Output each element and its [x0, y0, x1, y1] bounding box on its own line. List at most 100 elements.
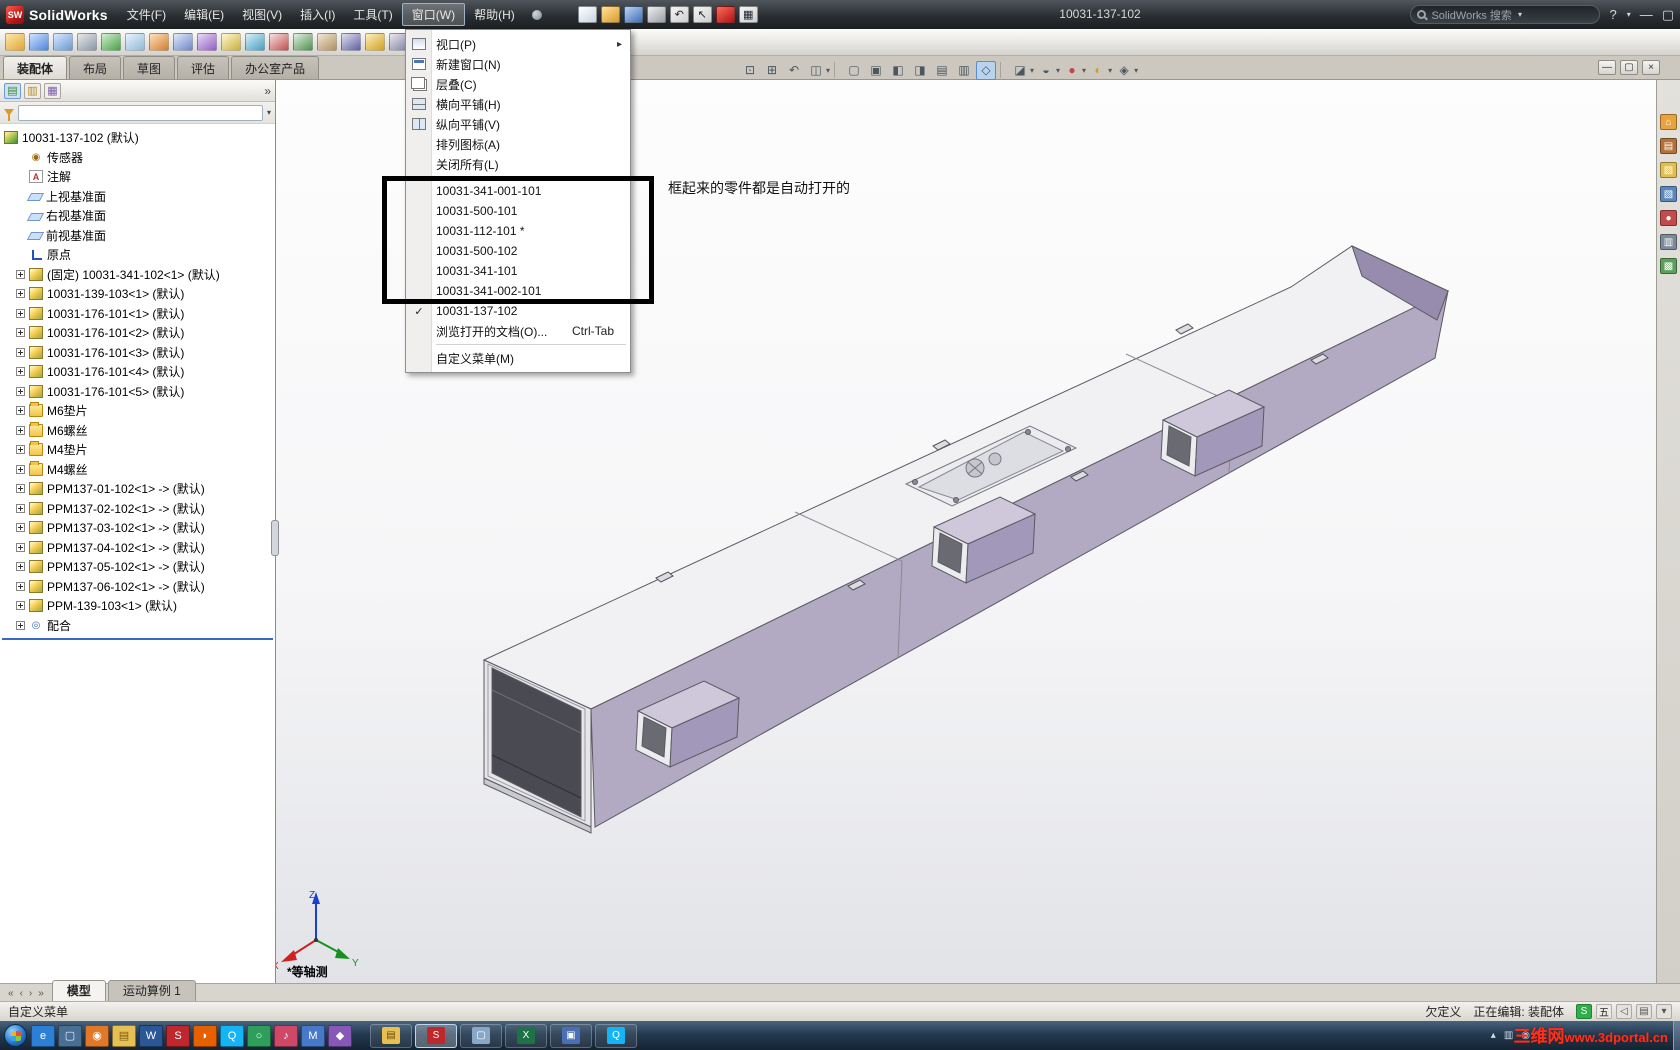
tray-icon[interactable]: ▥	[1504, 1030, 1513, 1041]
task-pane-icon[interactable]: ▨	[1660, 162, 1677, 178]
language-bar-icon[interactable]: 五	[1596, 1004, 1612, 1019]
language-bar-icon[interactable]: ▤	[1636, 1004, 1652, 1019]
expand-toggle-icon[interactable]	[16, 425, 25, 435]
task-pane-icon[interactable]: ●	[1660, 210, 1677, 226]
expand-toggle-icon[interactable]	[16, 484, 25, 494]
tab-nav-arrow-icon[interactable]: ‹	[20, 988, 23, 999]
toolbar-icon-group[interactable]	[77, 33, 99, 51]
expand-toggle-icon[interactable]	[16, 601, 25, 611]
tree-item[interactable]: 上视基准面	[0, 187, 275, 207]
tree-item[interactable]: (固定) 10031-341-102<1> (默认)	[0, 265, 275, 285]
toolbar-icon-group[interactable]	[245, 33, 267, 51]
taskbar-window-button[interactable]: ▤	[370, 1023, 412, 1048]
headsup-icon[interactable]: ◐	[1088, 61, 1108, 80]
taskbar-app-icon[interactable]: ◆	[328, 1024, 352, 1047]
quick-icon-group[interactable]	[715, 6, 736, 23]
window-menu-item[interactable]: 浏览打开的文档(O)... Ctrl-Tab	[406, 321, 630, 341]
language-bar-icon[interactable]: ◁	[1616, 1004, 1632, 1019]
headsup-item[interactable]: ◫ ▾	[806, 61, 830, 80]
headsup-item[interactable]: ▥ ▾	[954, 61, 974, 80]
tab-nav-arrow-icon[interactable]: «	[8, 988, 14, 999]
tree-item[interactable]: 10031-176-101<5> (默认)	[0, 382, 275, 402]
expand-toggle-icon[interactable]	[16, 503, 25, 513]
toolbar-icon-group[interactable]	[173, 33, 195, 51]
window-menu-item[interactable]: 横向平铺(H)	[406, 94, 630, 114]
document-tab[interactable]: 运动算例 1	[107, 980, 196, 1001]
document-tab[interactable]: 模型	[51, 980, 106, 1001]
expand-toggle-icon[interactable]	[16, 620, 25, 630]
toolbar-icon-group[interactable]	[341, 33, 363, 51]
taskbar-app-icon[interactable]: ▢	[58, 1024, 82, 1047]
headsup-icon[interactable]: ▣	[866, 61, 886, 80]
taskbar-app-icon[interactable]: ◉	[85, 1024, 109, 1047]
quick-toolbar-icon[interactable]: ▦	[738, 6, 758, 23]
toolbar-icon[interactable]	[365, 33, 385, 51]
quick-icon-group[interactable]: ↶	[669, 6, 690, 23]
expand-toggle-icon[interactable]	[16, 269, 25, 279]
quick-icon-group[interactable]	[577, 6, 598, 23]
toolbar-icon-group[interactable]	[5, 33, 27, 51]
headsup-icon[interactable]: ◈	[1114, 61, 1134, 80]
toolbar-icon-group[interactable]	[221, 33, 243, 51]
doc-minimize-button[interactable]: —	[1598, 60, 1616, 75]
tray-icon[interactable]: ▴	[1491, 1030, 1496, 1041]
start-button[interactable]	[4, 1024, 27, 1047]
headsup-item[interactable]: ▾	[1000, 62, 1006, 78]
expand-toggle-icon[interactable]	[16, 523, 25, 533]
taskbar-app-icon[interactable]: ○	[247, 1024, 271, 1047]
panel-tab[interactable]: ▤	[4, 82, 21, 99]
toolbar-icon[interactable]	[29, 33, 49, 51]
expand-toggle-icon[interactable]	[16, 445, 25, 455]
taskbar-app-icon[interactable]: ♪	[274, 1024, 298, 1047]
tree-split-bar[interactable]	[2, 638, 273, 640]
headsup-icon[interactable]: ◫	[806, 61, 826, 80]
headsup-icon[interactable]: ◒	[1036, 61, 1056, 80]
tree-item[interactable]: PPM137-04-102<1> -> (默认)	[0, 538, 275, 558]
tree-item[interactable]: M4螺丝	[0, 460, 275, 480]
doc-close-button[interactable]: ×	[1642, 60, 1660, 75]
headsup-item[interactable]: ● ▾	[1062, 61, 1086, 80]
toolbar-icon-group[interactable]	[53, 33, 75, 51]
task-pane-icon[interactable]: ▩	[1660, 258, 1677, 274]
dropdown-caret-icon[interactable]: ▾	[1082, 66, 1086, 75]
quick-toolbar-icon[interactable]	[577, 6, 597, 23]
tree-item[interactable]: 10031-176-101<2> (默认)	[0, 323, 275, 343]
menubar-item[interactable]: 插入(I)	[291, 0, 344, 29]
task-pane-icon[interactable]: ⌂	[1660, 114, 1677, 130]
headsup-icon[interactable]: ⊞	[762, 61, 782, 80]
window-menu-item[interactable]: 排列图标(A)	[406, 134, 630, 154]
headsup-icon[interactable]: ◧	[888, 61, 908, 80]
commandmanager-tab[interactable]: 草图	[123, 56, 176, 79]
expand-toggle-icon[interactable]	[16, 542, 25, 552]
window-menu-item[interactable]: 自定义菜单(M)	[406, 348, 630, 368]
language-bar-icon[interactable]: S	[1576, 1004, 1592, 1019]
expand-toggle-icon[interactable]	[16, 347, 25, 357]
window-menu-item[interactable]: 层叠(C)	[406, 74, 630, 94]
taskbar-window-button[interactable]: S	[415, 1023, 457, 1048]
show-desktop-button[interactable]	[1673, 1021, 1680, 1050]
tree-filter-input[interactable]	[18, 104, 263, 121]
menubar-item[interactable]: 视图(V)	[233, 0, 291, 29]
tree-item[interactable]: PPM137-06-102<1> -> (默认)	[0, 577, 275, 597]
panel-tab[interactable]: ▦	[44, 82, 61, 99]
toolbar-icon-group[interactable]	[365, 33, 387, 51]
tree-item[interactable]: M6螺丝	[0, 421, 275, 441]
commandmanager-tab[interactable]: 办公室产品	[231, 56, 320, 79]
toolbar-icon[interactable]	[125, 33, 145, 51]
search-input[interactable]: SolidWorks 搜索 ▾	[1410, 5, 1601, 24]
toolbar-icon-group[interactable]	[101, 33, 123, 51]
expand-toggle-icon[interactable]	[16, 386, 25, 396]
dropdown-caret-icon[interactable]: ▾	[826, 66, 830, 75]
headsup-item[interactable]: ◧ ▾	[888, 61, 908, 80]
dropdown-caret-icon[interactable]: ▾	[1108, 66, 1112, 75]
panel-tab[interactable]: ▥	[24, 82, 41, 99]
tab-nav-arrow-icon[interactable]: »	[38, 988, 44, 999]
language-bar-icon[interactable]: ▾	[1656, 1004, 1672, 1019]
tab-nav-arrow-icon[interactable]: ›	[29, 988, 32, 999]
toolbar-icon[interactable]	[293, 33, 313, 51]
window-menu-item[interactable]: 纵向平铺(V)	[406, 114, 630, 134]
headsup-icon[interactable]: ◇	[976, 60, 997, 80]
toolbar-icon[interactable]	[317, 33, 337, 51]
taskbar-app-icon[interactable]: e	[31, 1024, 55, 1047]
quick-toolbar-icon[interactable]	[623, 6, 643, 23]
